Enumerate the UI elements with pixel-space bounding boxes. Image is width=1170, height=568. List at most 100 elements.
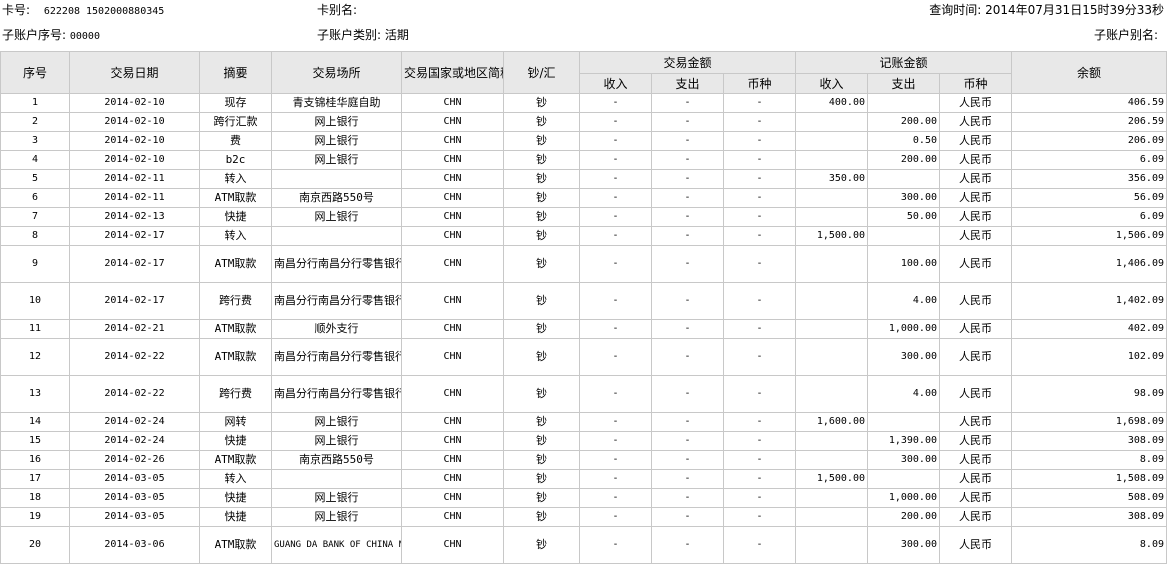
cell-seq: 9 bbox=[0, 245, 70, 283]
cell-balance: 8.09 bbox=[1011, 526, 1167, 564]
cell-booked-expense: 200.00 bbox=[867, 507, 940, 527]
cell-booked-currency: 人民币 bbox=[939, 131, 1012, 151]
cell-country: CHN bbox=[401, 319, 504, 339]
cell-summary: 跨行汇款 bbox=[199, 112, 272, 132]
cell-summary: b2c bbox=[199, 150, 272, 170]
cell-booked-expense: 0.50 bbox=[867, 131, 940, 151]
cell-booked-expense: 4.00 bbox=[867, 282, 940, 320]
cell-country: CHN bbox=[401, 245, 504, 283]
cell-booked-income: 1,600.00 bbox=[795, 412, 868, 432]
cell-cash-remit: 钞 bbox=[503, 188, 580, 208]
cell-cash-remit: 钞 bbox=[503, 375, 580, 413]
cell-booked-expense: 300.00 bbox=[867, 188, 940, 208]
cell-location: 南昌分行南昌分行零售银行部恒立世纪经典小 bbox=[271, 338, 402, 376]
cell-summary: 网转 bbox=[199, 412, 272, 432]
cell-summary: 转入 bbox=[199, 226, 272, 246]
cell-booked-currency: 人民币 bbox=[939, 207, 1012, 227]
cell-date: 2014-02-11 bbox=[69, 169, 200, 189]
cell-trade-income: - bbox=[579, 282, 652, 320]
cell-booked-expense bbox=[867, 469, 940, 489]
cell-booked-income bbox=[795, 526, 868, 564]
cell-trade-income: - bbox=[579, 450, 652, 470]
cell-booked-currency: 人民币 bbox=[939, 188, 1012, 208]
cell-date: 2014-02-10 bbox=[69, 150, 200, 170]
cell-booked-currency: 人民币 bbox=[939, 245, 1012, 283]
cell-cash-remit: 钞 bbox=[503, 488, 580, 508]
cell-booked-currency: 人民币 bbox=[939, 469, 1012, 489]
cell-booked-income: 350.00 bbox=[795, 169, 868, 189]
cell-country: CHN bbox=[401, 450, 504, 470]
cell-date: 2014-02-26 bbox=[69, 450, 200, 470]
cell-booked-income bbox=[795, 282, 868, 320]
cell-date: 2014-02-10 bbox=[69, 112, 200, 132]
cell-trade-expense: - bbox=[651, 150, 724, 170]
cell-booked-income bbox=[795, 319, 868, 339]
cell-trade-income: - bbox=[579, 188, 652, 208]
card-alias: 卡别名: bbox=[317, 3, 358, 17]
table-row: 1 2014-02-10 现存 青支锦桂华庭自助 CHN 钞 - - - 400… bbox=[0, 93, 1167, 113]
col-booked-income-header: 收入 bbox=[795, 73, 868, 94]
cell-cash-remit: 钞 bbox=[503, 112, 580, 132]
cell-cash-remit: 钞 bbox=[503, 226, 580, 246]
table-row: 4 2014-02-10 b2c 网上银行 CHN 钞 - - - 200.00… bbox=[0, 150, 1167, 170]
cell-cash-remit: 钞 bbox=[503, 319, 580, 339]
cell-trade-income: - bbox=[579, 169, 652, 189]
cell-seq: 4 bbox=[0, 150, 70, 170]
cell-booked-income bbox=[795, 150, 868, 170]
cell-country: CHN bbox=[401, 226, 504, 246]
cell-location: 网上银行 bbox=[271, 150, 402, 170]
query-time-value: 2014年07月31日15时39分33秒 bbox=[985, 3, 1164, 17]
cell-balance: 402.09 bbox=[1011, 319, 1167, 339]
cell-trade-currency: - bbox=[723, 112, 796, 132]
cell-date: 2014-02-21 bbox=[69, 319, 200, 339]
cell-country: CHN bbox=[401, 431, 504, 451]
cell-booked-expense: 300.00 bbox=[867, 450, 940, 470]
table-row: 9 2014-02-17 ATM取款 南昌分行南昌分行零售银行部恒立世纪经典小 … bbox=[0, 245, 1167, 283]
cell-booked-currency: 人民币 bbox=[939, 450, 1012, 470]
sub-account-alias: 子账户别名: bbox=[1093, 28, 1158, 42]
cell-booked-income: 1,500.00 bbox=[795, 226, 868, 246]
cell-booked-currency: 人民币 bbox=[939, 412, 1012, 432]
table-row: 3 2014-02-10 费 网上银行 CHN 钞 - - - 0.50 人民币… bbox=[0, 131, 1167, 151]
cell-country: CHN bbox=[401, 207, 504, 227]
cell-country: CHN bbox=[401, 131, 504, 151]
cell-summary: ATM取款 bbox=[199, 245, 272, 283]
cell-balance: 356.09 bbox=[1011, 169, 1167, 189]
cell-trade-expense: - bbox=[651, 507, 724, 527]
cell-trade-income: - bbox=[579, 338, 652, 376]
table-row: 11 2014-02-21 ATM取款 顺外支行 CHN 钞 - - - 1,0… bbox=[0, 319, 1167, 339]
cell-booked-currency: 人民币 bbox=[939, 93, 1012, 113]
cell-trade-expense: - bbox=[651, 431, 724, 451]
cell-trade-income: - bbox=[579, 431, 652, 451]
table-row: 6 2014-02-11 ATM取款 南京西路550号 CHN 钞 - - - … bbox=[0, 188, 1167, 208]
cell-balance: 206.09 bbox=[1011, 131, 1167, 151]
cell-booked-income bbox=[795, 207, 868, 227]
cell-booked-currency: 人民币 bbox=[939, 169, 1012, 189]
sub-account-type-value: 活期 bbox=[384, 28, 409, 42]
cell-booked-expense: 300.00 bbox=[867, 338, 940, 376]
cell-date: 2014-02-22 bbox=[69, 375, 200, 413]
cell-balance: 1,698.09 bbox=[1011, 412, 1167, 432]
cell-booked-income bbox=[795, 488, 868, 508]
cell-trade-currency: - bbox=[723, 469, 796, 489]
cell-location: 南京西路550号 bbox=[271, 450, 402, 470]
cell-cash-remit: 钞 bbox=[503, 431, 580, 451]
cell-balance: 308.09 bbox=[1011, 431, 1167, 451]
cell-booked-currency: 人民币 bbox=[939, 226, 1012, 246]
cell-trade-expense: - bbox=[651, 93, 724, 113]
cell-trade-income: - bbox=[579, 150, 652, 170]
col-booked-currency-header: 币种 bbox=[939, 73, 1012, 94]
cell-trade-currency: - bbox=[723, 375, 796, 413]
cell-date: 2014-02-24 bbox=[69, 412, 200, 432]
cell-cash-remit: 钞 bbox=[503, 412, 580, 432]
cell-trade-currency: - bbox=[723, 338, 796, 376]
cell-booked-income: 400.00 bbox=[795, 93, 868, 113]
col-trade-currency-header: 币种 bbox=[723, 73, 796, 94]
cell-balance: 308.09 bbox=[1011, 507, 1167, 527]
table-row: 20 2014-03-06 ATM取款 GUANG DA BANK OF CHI… bbox=[0, 526, 1167, 564]
cell-booked-expense: 1,000.00 bbox=[867, 319, 940, 339]
cell-seq: 3 bbox=[0, 131, 70, 151]
col-date-header: 交易日期 bbox=[69, 51, 200, 94]
cell-booked-currency: 人民币 bbox=[939, 338, 1012, 376]
cell-booked-currency: 人民币 bbox=[939, 282, 1012, 320]
